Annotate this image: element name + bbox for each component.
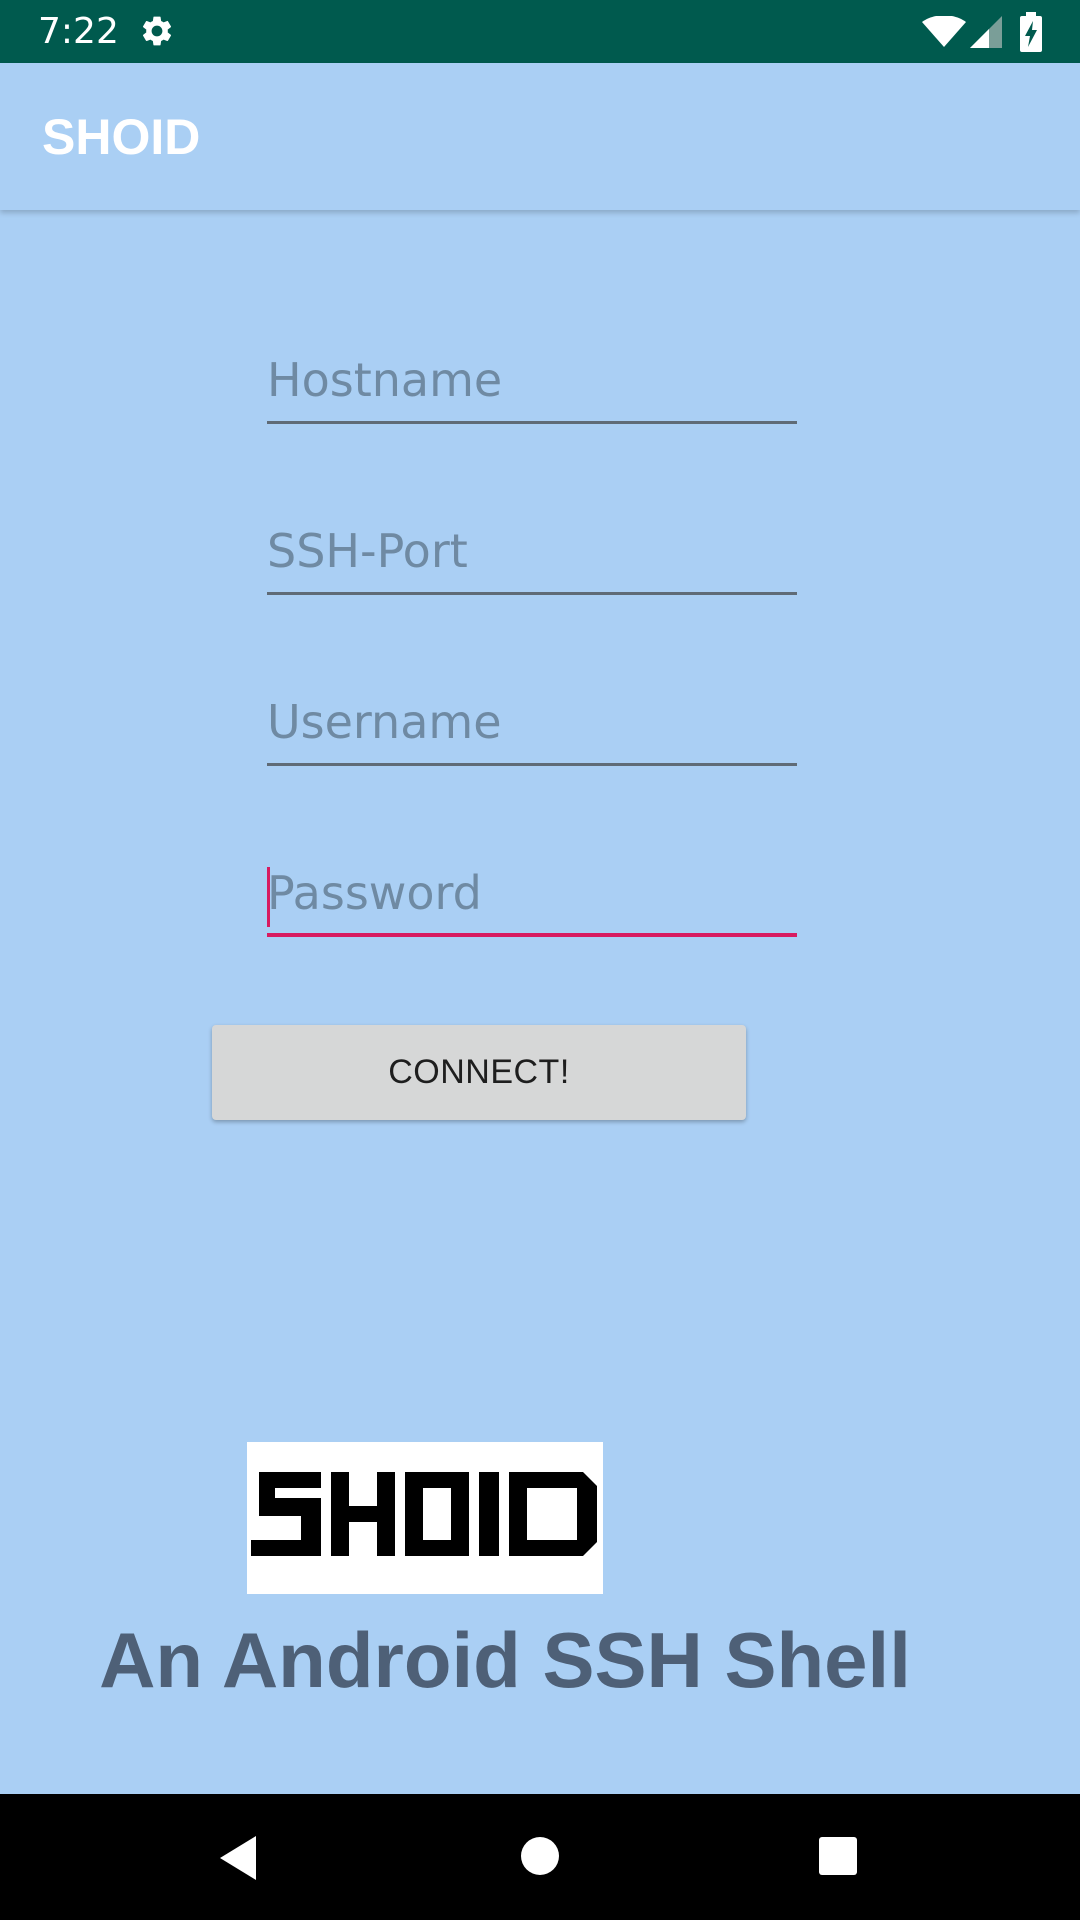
recents-icon[interactable] [818, 1836, 858, 1876]
navigation-bar [0, 1794, 1080, 1920]
shoid-logo-image [251, 1472, 597, 1556]
username-field[interactable] [267, 686, 797, 766]
hostname-field[interactable] [267, 344, 797, 424]
ssh-port-input[interactable] [267, 515, 797, 595]
wifi-icon [922, 16, 966, 47]
app-title: SHOID [42, 109, 201, 165]
battery-charging-icon [1020, 12, 1042, 52]
username-underline [267, 763, 797, 766]
back-icon[interactable] [216, 1834, 260, 1882]
status-bar: 7:22 [0, 0, 1080, 63]
hostname-input[interactable] [267, 344, 797, 424]
ssh-port-field[interactable] [267, 515, 797, 595]
text-cursor [267, 867, 270, 927]
password-input[interactable] [267, 857, 797, 937]
home-icon[interactable] [520, 1836, 560, 1876]
username-input[interactable] [267, 686, 797, 766]
tagline: An Android SSH Shell [99, 1616, 911, 1704]
ssh-port-underline [267, 592, 797, 595]
password-field[interactable] [267, 857, 797, 937]
status-time: 7:22 [38, 11, 119, 52]
hostname-underline [267, 421, 797, 424]
shoid-logo [247, 1442, 603, 1594]
app-bar: SHOID [0, 63, 1080, 210]
connect-button[interactable]: CONNECT! [212, 1025, 746, 1120]
gear-icon [142, 16, 172, 46]
password-underline [267, 933, 797, 937]
signal-icon [970, 16, 1002, 48]
